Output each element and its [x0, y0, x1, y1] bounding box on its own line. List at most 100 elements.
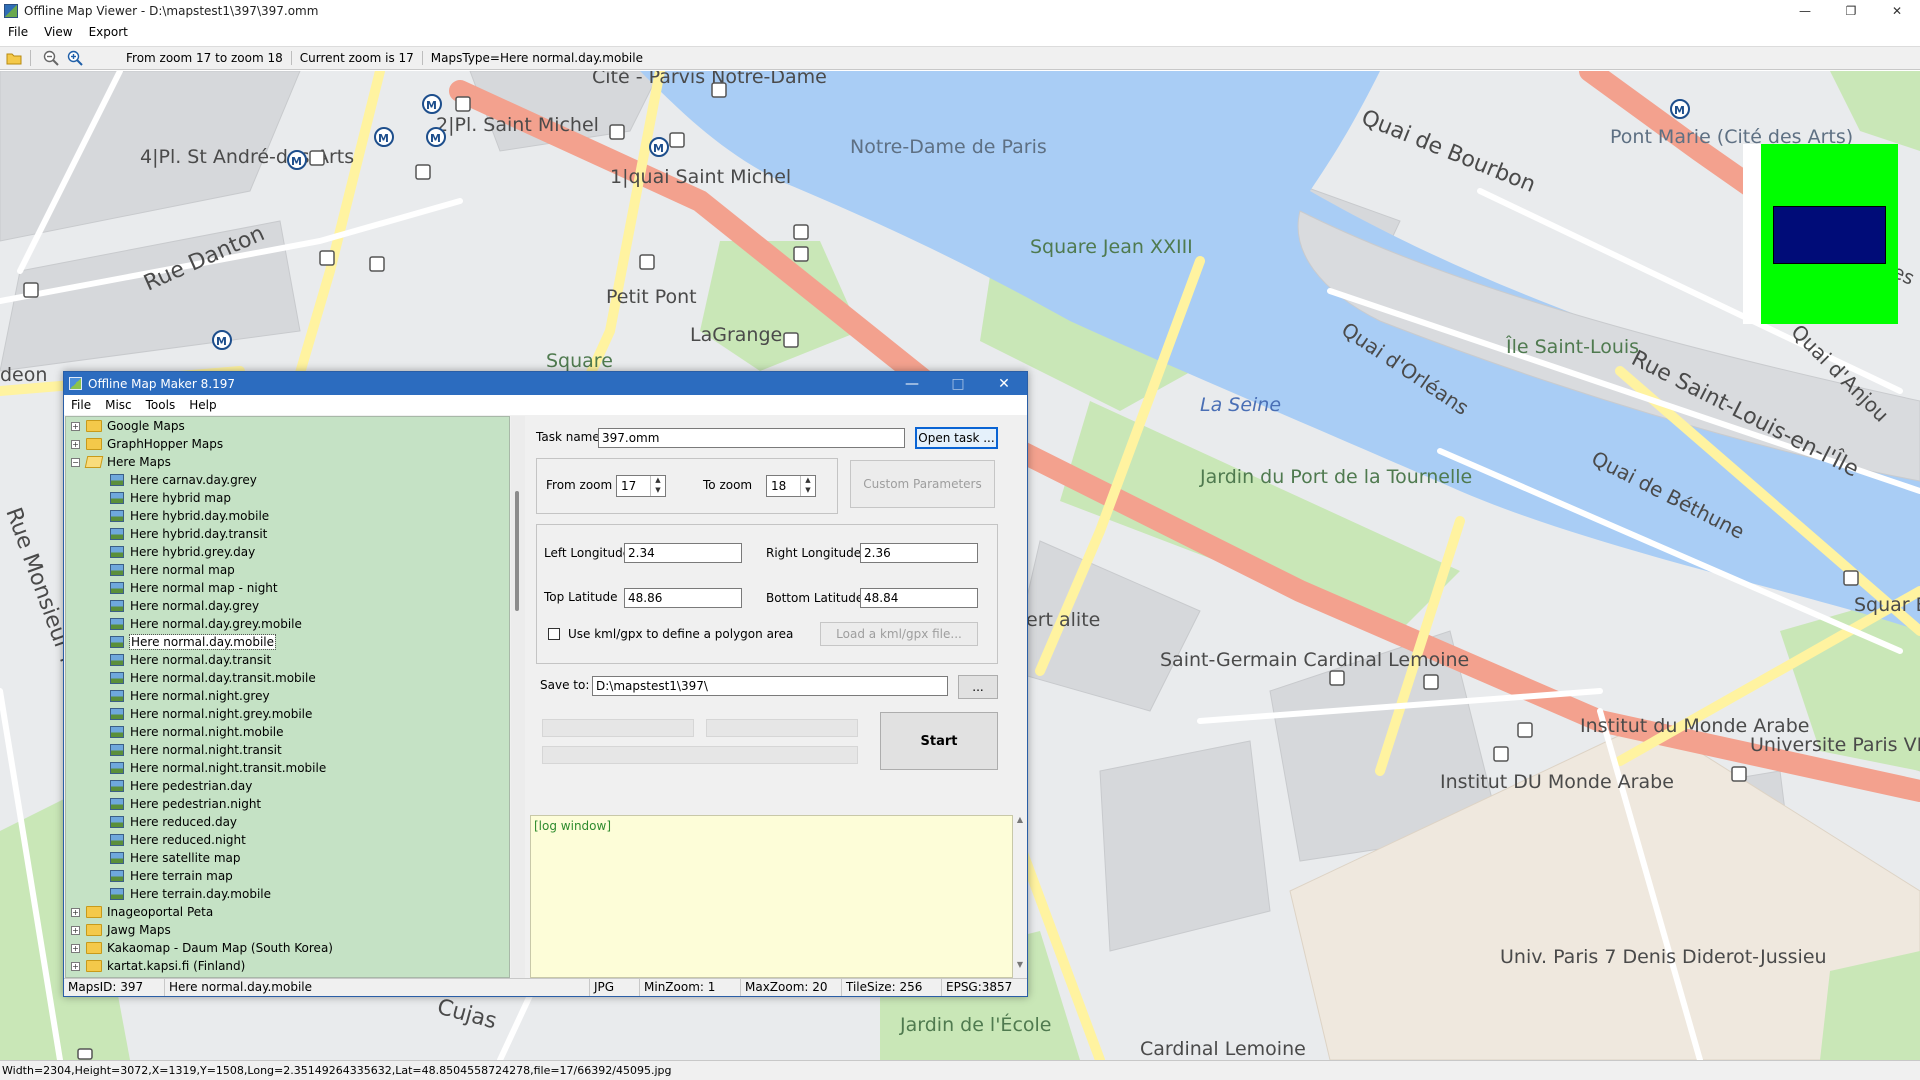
custom-parameters-button[interactable]: Custom Parameters — [850, 460, 995, 508]
spin-down-icon[interactable]: ▼ — [801, 486, 815, 496]
spin-up-icon[interactable]: ▲ — [801, 476, 815, 486]
zoom-out-icon[interactable] — [41, 48, 61, 68]
tree-map-item[interactable]: Here normal.day.grey — [66, 597, 509, 615]
tree-folder-item[interactable]: + Inageoportal Peta — [66, 903, 509, 921]
tree-folder-item[interactable]: + GraphHopper Maps — [66, 435, 509, 453]
scroll-down-icon[interactable]: ▼ — [1013, 960, 1027, 969]
bottom-latitude-input[interactable]: 48.84 — [860, 588, 978, 608]
browse-folder-button[interactable]: ... — [958, 675, 998, 699]
to-zoom-stepper[interactable]: 18 ▲ ▼ — [766, 475, 816, 497]
map-tile-icon — [110, 870, 124, 882]
map-label: Jardin du Port de la Tournelle — [1199, 466, 1472, 488]
expand-icon[interactable]: + — [71, 943, 80, 953]
close-icon[interactable]: ✕ — [981, 372, 1027, 395]
svg-text:M: M — [430, 132, 441, 145]
tree-map-item[interactable]: Here hybrid.day.mobile — [66, 507, 509, 525]
expand-icon[interactable]: + — [71, 907, 80, 917]
tree-map-item[interactable]: Here normal.night.transit.mobile — [66, 759, 509, 777]
open-folder-icon[interactable] — [4, 48, 24, 68]
tree-map-item[interactable]: Here normal.day.mobile — [66, 633, 509, 651]
tree-map-item[interactable]: Here terrain map — [66, 867, 509, 885]
map-label: Institut DU Monde Arabe — [1440, 771, 1674, 793]
tree-map-item[interactable]: Here normal.night.grey — [66, 687, 509, 705]
menu-export[interactable]: Export — [81, 25, 136, 39]
tree-map-item[interactable]: Here pedestrian.day — [66, 777, 509, 795]
save-to-input[interactable]: D:\mapstest1\397\ — [592, 676, 948, 696]
maker-menu-tools[interactable]: Tools — [139, 398, 183, 412]
tree-item-label: Here normal.night.mobile — [130, 725, 284, 739]
maker-menu-help[interactable]: Help — [182, 398, 223, 412]
overview-minimap[interactable] — [1743, 144, 1898, 324]
menu-file[interactable]: File — [0, 25, 36, 39]
map-tile-icon — [110, 492, 124, 504]
load-kml-button[interactable]: Load a kml/gpx file... — [820, 622, 978, 646]
tree-map-item[interactable]: Here carnav.day.grey — [66, 471, 509, 489]
scroll-up-icon[interactable]: ▲ — [1013, 815, 1027, 824]
tree-folder-item[interactable]: + kartat.kapsi.fi (Finland) — [66, 957, 509, 975]
progress-bar — [706, 719, 858, 737]
tree-folder-item[interactable]: − Here Maps — [66, 453, 509, 471]
open-task-button[interactable]: Open task ... — [915, 427, 998, 449]
tree-map-item[interactable]: Here hybrid.grey.day — [66, 543, 509, 561]
tree-map-item[interactable]: Here normal map — [66, 561, 509, 579]
menu-view[interactable]: View — [36, 25, 80, 39]
tree-scrollbar[interactable] — [511, 416, 525, 978]
restore-icon[interactable]: ❐ — [1828, 0, 1874, 22]
maker-menu-misc[interactable]: Misc — [98, 398, 139, 412]
tree-map-item[interactable]: Here normal.night.mobile — [66, 723, 509, 741]
collapse-icon[interactable]: − — [71, 457, 80, 467]
tree-map-item[interactable]: Here pedestrian.night — [66, 795, 509, 813]
scrollbar-thumb[interactable] — [515, 491, 519, 611]
tree-item-label: Here normal.day.grey — [130, 599, 260, 613]
minimize-icon[interactable]: — — [1782, 0, 1828, 22]
right-longitude-input[interactable]: 2.36 — [860, 543, 978, 563]
expand-icon[interactable]: + — [71, 421, 80, 431]
kml-polygon-checkbox[interactable] — [548, 628, 560, 640]
tree-map-item[interactable]: Here normal map - night — [66, 579, 509, 597]
map-label: Petit Pont — [606, 286, 697, 308]
tree-map-item[interactable]: Here satellite map — [66, 849, 509, 867]
spin-down-icon[interactable]: ▼ — [651, 486, 665, 496]
log-window[interactable]: [log window] — [530, 815, 1013, 978]
minimize-icon[interactable]: — — [889, 372, 935, 395]
expand-icon[interactable]: + — [71, 925, 80, 935]
tree-folder-item[interactable]: + Kakaomap - Daum Map (South Korea) — [66, 939, 509, 957]
tree-map-item[interactable]: Here normal.day.grey.mobile — [66, 615, 509, 633]
close-icon[interactable]: ✕ — [1874, 0, 1920, 22]
tree-map-item[interactable]: Here terrain.day.mobile — [66, 885, 509, 903]
start-button[interactable]: Start — [880, 712, 998, 770]
expand-icon[interactable]: + — [71, 961, 80, 971]
tree-map-item[interactable]: Here normal.day.transit.mobile — [66, 669, 509, 687]
status-format: JPG — [590, 979, 640, 996]
tree-item-label: Here normal map — [130, 563, 235, 577]
tree-folder-item[interactable]: + Google Maps — [66, 417, 509, 435]
status-tile-size: TileSize: 256 — [842, 979, 942, 996]
tree-map-item[interactable]: Here reduced.night — [66, 831, 509, 849]
tree-item-label: Here reduced.day — [130, 815, 238, 829]
tree-map-item[interactable]: Here reduced.day — [66, 813, 509, 831]
tree-item-label: Here normal.night.grey — [130, 689, 270, 703]
tree-map-item[interactable]: Here hybrid map — [66, 489, 509, 507]
from-zoom-stepper[interactable]: 17 ▲ ▼ — [616, 475, 666, 497]
map-label: LaGrange — [690, 324, 782, 346]
expand-icon[interactable]: + — [71, 439, 80, 449]
spin-up-icon[interactable]: ▲ — [651, 476, 665, 486]
maximize-icon[interactable]: □ — [935, 372, 981, 395]
minimap-viewport[interactable] — [1773, 206, 1886, 264]
zoom-in-icon[interactable] — [65, 48, 85, 68]
map-tile-icon — [110, 474, 124, 486]
tree-item-label: Here normal.night.grey.mobile — [130, 707, 313, 721]
left-longitude-input[interactable]: 2.34 — [624, 543, 742, 563]
maker-menu-file[interactable]: File — [64, 398, 98, 412]
tree-map-item[interactable]: Here hybrid.day.transit — [66, 525, 509, 543]
tree-map-item[interactable]: Here normal.day.transit — [66, 651, 509, 669]
tree-map-item[interactable]: Here normal.night.transit — [66, 741, 509, 759]
log-scrollbar[interactable]: ▲ ▼ — [1013, 815, 1027, 978]
right-longitude-label: Right Longitude — [766, 546, 862, 560]
top-latitude-input[interactable]: 48.86 — [624, 588, 742, 608]
tree-item-label: Here hybrid.grey.day — [130, 545, 256, 559]
tree-folder-item[interactable]: + Jawg Maps — [66, 921, 509, 939]
task-name-input[interactable]: 397.omm — [598, 428, 905, 448]
tree-map-item[interactable]: Here normal.night.grey.mobile — [66, 705, 509, 723]
map-source-tree[interactable]: + Google Maps + GraphHopper Maps − Here Maps H… — [65, 416, 510, 978]
